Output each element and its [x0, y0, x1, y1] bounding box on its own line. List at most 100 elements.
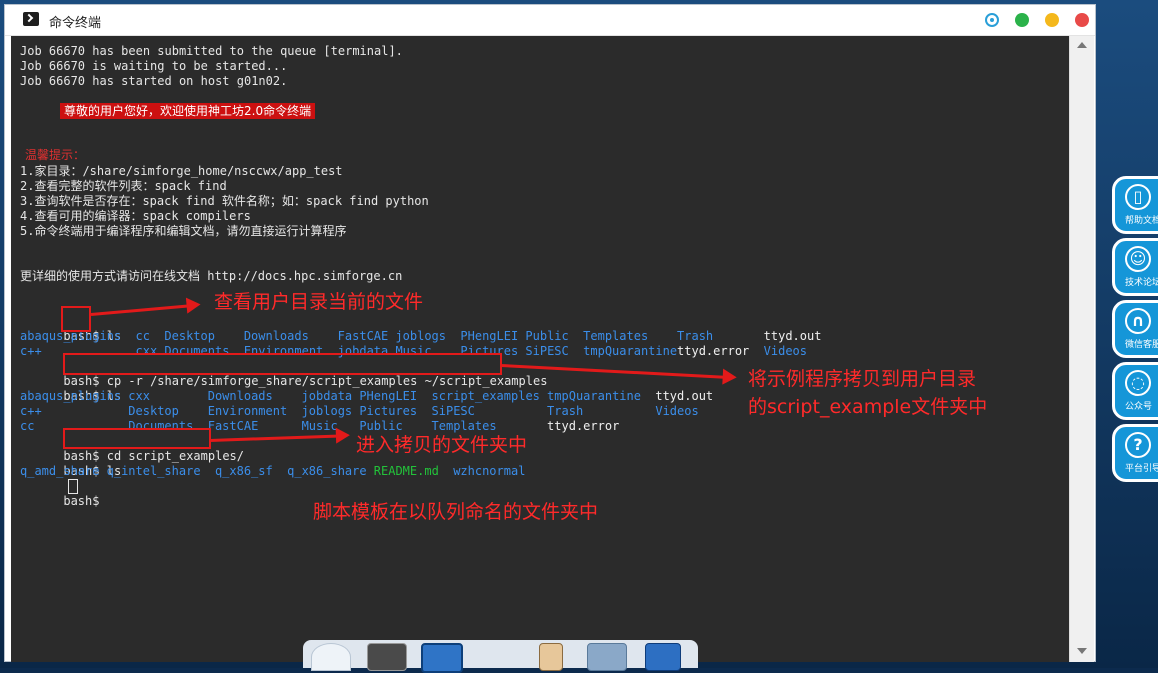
- ls-entry: cxx: [128, 389, 150, 403]
- ls-entry: SiPESC: [431, 404, 475, 418]
- ls-entry: Downloads: [207, 389, 273, 403]
- ls-entry: abaqus_plugins: [20, 389, 122, 403]
- ls-entry: jobdata: [301, 389, 353, 403]
- headset-icon: ∩: [1125, 308, 1151, 334]
- ls-entry: Templates: [431, 419, 497, 433]
- ls-entry: tmpQuarantine: [547, 389, 641, 403]
- ls-entry: Environment: [207, 404, 288, 418]
- ls-entry: c++: [20, 404, 42, 418]
- vertical-scrollbar[interactable]: [1069, 36, 1094, 662]
- tip-line: 1.家目录：/share/simforge_home/nsccwx/app_te…: [20, 164, 343, 178]
- ls-entry: Public: [525, 329, 569, 343]
- ls-entry: Desktop: [128, 404, 179, 418]
- prompt-line: bash$: [20, 479, 107, 508]
- terminal-line: Job 66670 has been submitted to the queu…: [20, 44, 403, 58]
- question-icon: ?: [1125, 432, 1151, 458]
- annotation-view-files: 查看用户目录当前的文件: [214, 291, 424, 313]
- highlight-box-cd: [63, 428, 211, 449]
- terminal-output[interactable]: Job 66670 has been submitted to the queu…: [11, 36, 1069, 662]
- side-button-label: 帮助文档: [1125, 216, 1158, 226]
- taskbar-app-icon[interactable]: [311, 643, 351, 671]
- ls-entry: Downloads: [243, 329, 309, 343]
- side-button-label: 平台引导: [1125, 464, 1158, 474]
- side-button-label: 公众号: [1125, 402, 1153, 412]
- tip-line: 5.命令终端用于编译程序和编辑文档，请勿直接运行计算程序: [20, 224, 347, 238]
- chat-icon: ◌: [1125, 370, 1151, 396]
- ls-entry: joblogs: [395, 329, 447, 343]
- prompt: bash$: [63, 494, 107, 508]
- ls-entry: Templates: [583, 329, 649, 343]
- terminal-line: Job 66670 has started on host g01n02.: [20, 74, 288, 88]
- ls-entry: c++: [20, 344, 42, 358]
- ls-entry: Pictures: [359, 404, 418, 418]
- minimize-button[interactable]: [1015, 13, 1029, 27]
- welcome-banner: 尊敬的用户您好，欢迎使用神工坊2.0命令终端: [60, 103, 316, 119]
- side-button[interactable]: ∩ 微信客服: [1112, 300, 1158, 358]
- taskbar-app-icon[interactable]: [645, 643, 681, 671]
- ls-entry: README.md: [373, 464, 439, 478]
- annotation-copy-line1: 将示例程序拷贝到用户目录: [748, 368, 977, 390]
- annotation-copy-line2: 的script_example文件夹中: [748, 396, 988, 418]
- ls-entry: q_amd_share: [20, 464, 100, 478]
- prompt-line: bash$ ls: [20, 449, 121, 478]
- annotation-templates: 脚本模板在以队列命名的文件夹中: [313, 501, 599, 523]
- tip-line: 4.查看可用的编译器：spack compilers: [20, 209, 251, 223]
- command-cd: cd script_examples/: [106, 449, 244, 463]
- ls-entry: Videos: [763, 344, 808, 358]
- ls-entry: Trash: [547, 404, 584, 418]
- taskbar-app-icon[interactable]: [421, 643, 463, 673]
- taskbar-app-icon[interactable]: [367, 643, 407, 671]
- ls-entry: Videos: [655, 404, 699, 418]
- info-button[interactable]: [985, 13, 999, 27]
- tip-line: 3.查询软件是否存在：spack find 软件名称；如：spack find …: [20, 194, 429, 208]
- scroll-up-arrow-icon[interactable]: [1077, 42, 1087, 48]
- taskbar: [303, 640, 698, 673]
- ls-entry: joblogs: [301, 404, 353, 418]
- ls-entry: ttyd.error: [547, 419, 620, 433]
- annotation-arrow: [90, 304, 191, 316]
- ls-entry: ttyd.out: [763, 329, 822, 343]
- close-button[interactable]: [1075, 13, 1089, 27]
- side-button[interactable]: ☺ 技术论坛: [1112, 238, 1158, 296]
- ls-entry: cc: [20, 419, 35, 433]
- side-button[interactable]: ▯ 帮助文档: [1112, 176, 1158, 234]
- side-button[interactable]: ◌ 公众号: [1112, 362, 1158, 420]
- terminal-cursor: [68, 479, 78, 494]
- docs-line: 更详细的使用方式请访问在线文档 http://docs.hpc.simforge…: [20, 269, 403, 283]
- ls-entry: Trash: [677, 329, 714, 343]
- terminal-window: 命令终端 Job 66670 has been submitted to the…: [4, 4, 1096, 662]
- tip-line: 2.查看完整的软件列表：spack find: [20, 179, 227, 193]
- ls-entry: PHengLEI: [359, 389, 418, 403]
- ls-entry: ttyd.error: [677, 344, 750, 358]
- window-title: 命令终端: [49, 16, 102, 31]
- side-button[interactable]: ? 平台引导: [1112, 424, 1158, 482]
- ls-entry: Desktop: [164, 329, 215, 343]
- ls-entry: q_intel_share: [106, 464, 201, 478]
- taskbar-app-icon[interactable]: [587, 643, 627, 671]
- scroll-down-arrow-icon[interactable]: [1077, 648, 1087, 654]
- side-button-label: 技术论坛: [1125, 278, 1158, 288]
- ls-entry: SiPESC: [525, 344, 569, 358]
- highlight-box-cp: [63, 353, 502, 375]
- ls-entry: cc: [135, 329, 150, 343]
- ls-entry: q_x86_sf: [214, 464, 273, 478]
- highlight-box-ls: [61, 306, 91, 332]
- forum-icon: ☺: [1125, 246, 1151, 272]
- terminal-app-icon: [23, 12, 39, 26]
- ls-entry: PHengLEI: [460, 329, 519, 343]
- terminal-line: Job 66670 is waiting to be started...: [20, 59, 288, 73]
- ls-entry: FastCAE: [207, 419, 259, 433]
- ls-entry: script_examples: [431, 389, 540, 403]
- maximize-button[interactable]: [1045, 13, 1059, 27]
- ls-entry: tmpQuarantine: [583, 344, 678, 358]
- book-icon: ▯: [1125, 184, 1151, 210]
- title-bar[interactable]: 命令终端: [5, 5, 1095, 36]
- tips-title: 温馨提示：: [25, 148, 86, 162]
- prompt-line: bash$ ls: [20, 374, 121, 403]
- ls-entry: ttyd.out: [655, 389, 714, 403]
- ls-entry: Public: [359, 419, 403, 433]
- command-cp: cp -r /share/simforge_share/script_examp…: [106, 374, 548, 388]
- ls-entry: wzhcnormal: [453, 464, 526, 478]
- annotation-enter-folder: 进入拷贝的文件夹中: [356, 434, 528, 456]
- taskbar-app-icon[interactable]: [539, 643, 563, 671]
